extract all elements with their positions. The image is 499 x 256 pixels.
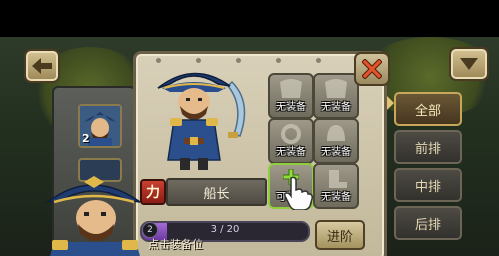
experience-text: 3 / 20 [210,224,240,235]
advance-button[interactable]: 进阶 [315,220,365,250]
equipment-slot[interactable]: 无装备 [268,73,314,119]
equipment-slot[interactable]: 无装备 [313,118,359,164]
equipment-slot[interactable]: 无装备 [313,73,359,119]
equipment-slot-label: 无装备 [321,192,351,203]
pointing-hand-icon [284,176,313,210]
active-tab-indicator-icon [387,96,394,110]
letterbox-top [0,0,499,37]
dropdown-arrow-icon [460,58,478,70]
menu-dropdown-button[interactable] [449,47,489,81]
panel-rivet [316,58,321,63]
pirate-captain-portrait [45,176,141,256]
armor-silhouette-icon [280,79,302,98]
boot-silhouette-icon [329,170,347,188]
roster-hero-slot[interactable]: 2 [78,104,122,148]
tab-back-row[interactable]: 后排 [394,206,462,240]
equipment-slot-label: 无装备 [276,147,306,158]
panel-rivet [276,58,281,63]
tab-all[interactable]: 全部 [394,92,462,126]
equipment-slot-label: 无装备 [321,102,351,113]
tab-front-row[interactable]: 前排 [394,130,462,164]
back-button[interactable] [24,49,60,83]
hint-text: 点击装备位 [148,238,203,251]
equipment-slot[interactable]: 无装备 [313,163,359,209]
hero-name-plate: 船长 [166,178,267,206]
helmet-silhouette-icon [327,125,345,141]
pirate-captain-figure [157,72,246,170]
ring-silhouette-icon [281,124,301,144]
game-screen: 2 全部 前排 中排 后排 无装备 无装备 无装备 无装备 无装备 力 船长 3… [0,0,499,256]
armor-silhouette-icon [325,79,347,98]
equipment-slot-label: 无装备 [276,102,306,113]
close-button[interactable] [354,52,390,86]
equipment-slot[interactable]: 无装备 [268,118,314,164]
tab-middle-row[interactable]: 中排 [394,168,462,202]
roster-hero-badge: 2 [82,132,90,145]
close-x-icon [362,59,382,79]
back-arrow-icon [32,58,52,74]
equipment-slot-label: 无装备 [321,147,351,158]
